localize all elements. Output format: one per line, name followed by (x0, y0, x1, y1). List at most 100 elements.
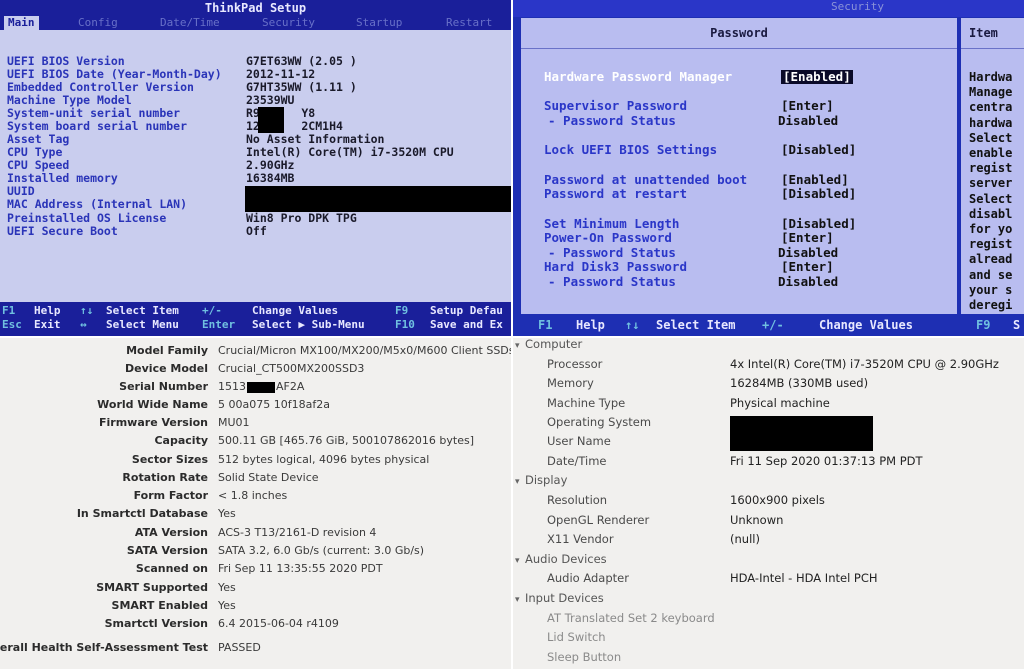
category-computer[interactable]: ▾ Computer (513, 338, 1024, 353)
smart-value: Yes (218, 507, 236, 520)
info-label: Machine Type (547, 396, 626, 410)
updown-key: ↑↓ (80, 304, 94, 317)
bios-row-value: 16384MB (246, 171, 295, 185)
smart-label: Scanned on (135, 562, 208, 575)
smart-value: Yes (218, 581, 236, 594)
smart-row: Scanned on Fri Sep 11 13:35:55 2020 PDT (0, 561, 511, 577)
select-item-hint: Select Item (106, 304, 179, 317)
smart-row: Firmware Version MU01 (0, 415, 511, 431)
smart-row: Device Model Crucial_CT500MX200SSD3 (0, 361, 511, 377)
tab-restart[interactable]: Restart (446, 16, 492, 30)
smart-label: SMART Enabled (111, 599, 208, 612)
smart-info-panel: Model Family Crucial/Micron MX100/MX200/M… (0, 338, 511, 669)
info-row: Audio Adapter HDA-Intel - HDA Intel PCH (513, 570, 1024, 587)
tab-date-time[interactable]: Date/Time (160, 16, 220, 30)
setting-value[interactable]: [Enabled] (781, 70, 853, 84)
smart-value: MU01 (218, 416, 250, 429)
smart-value: PASSED (218, 641, 261, 654)
smart-value: Yes (218, 599, 236, 612)
info-label: Resolution (547, 493, 608, 507)
smart-row: Rotation Rate Solid State Device (0, 470, 511, 486)
category-audio[interactable]: ▾ Audio Devices (513, 551, 1024, 568)
smart-row: SMART Supported Yes (0, 580, 511, 596)
bios-main-panel: ThinkPad Setup Main Config Date/Time Sec… (0, 0, 511, 336)
smart-label: ATA Version (134, 526, 208, 539)
info-value: HDA-Intel - HDA Intel PCH (730, 571, 878, 585)
setting-value: Disabled (778, 245, 839, 260)
bios-password-panel: Security Password Hardware Password Mana… (513, 0, 1024, 336)
smart-label: Capacity (154, 434, 208, 447)
smart-row: In Smartctl Database Yes (0, 506, 511, 522)
smart-row: World Wide Name 5 00a075 10f18af2a (0, 397, 511, 413)
expand-arrow-icon[interactable]: ▾ (515, 553, 525, 570)
select-menu-hint: Select Menu (106, 318, 179, 331)
info-row: AT Translated Set 2 keyboard (513, 610, 1024, 627)
setting-label: - Password Status (548, 113, 676, 128)
smart-label: Smartctl Version (104, 617, 208, 630)
tab-startup[interactable]: Startup (356, 16, 402, 30)
redaction-box (247, 381, 275, 393)
info-value: 4x Intel(R) Core(TM) i7-3520M CPU @ 2.90… (730, 357, 999, 371)
setting-value: Disabled (778, 274, 839, 289)
smart-label: Serial Number (119, 380, 208, 393)
setting-value[interactable]: [Disabled] (781, 217, 856, 231)
smart-row: Model Family Crucial/Micron MX100/MX200/M… (0, 343, 511, 359)
item-help-header: Item (961, 18, 1024, 49)
setting-value[interactable]: [Enter] (781, 99, 834, 113)
expand-arrow-icon[interactable]: ▾ (515, 474, 525, 491)
info-label: User Name (547, 434, 611, 448)
smart-row: Form Factor < 1.8 inches (0, 488, 511, 504)
smart-value: SATA 3.2, 6.0 Gb/s (current: 3.0 Gb/s) (218, 544, 425, 557)
enter-key: Enter (202, 318, 236, 331)
select-item-hint: Select Item (656, 318, 736, 332)
tab-config[interactable]: Config (78, 16, 118, 30)
info-row: Sleep Button (513, 649, 1024, 666)
info-label: Processor (547, 357, 603, 371)
info-label: Memory (547, 376, 594, 390)
setting-label: Power-On Password (544, 230, 672, 245)
info-row: Date/Time Fri 11 Sep 2020 01:37:13 PM PDT (513, 453, 1024, 470)
category-display[interactable]: ▾ Display (513, 472, 1024, 489)
info-value: Physical machine (730, 396, 830, 410)
setting-value[interactable]: [Enabled] (781, 173, 849, 187)
f1-key: F1 (2, 304, 16, 317)
tab-security[interactable]: Security (262, 16, 315, 30)
expand-arrow-icon[interactable]: ▾ (515, 338, 525, 355)
setting-value[interactable]: [Enter] (781, 231, 834, 245)
system-info-panel: ▾ Computer Processor 4x Intel(R) Core(TM) … (513, 338, 1024, 669)
smart-value: 6.4 2015-06-04 r4109 (218, 617, 339, 630)
category-input[interactable]: ▾ Input Devices (513, 590, 1024, 607)
security-tab-strip: Security (513, 0, 1024, 17)
smart-value: ACS-3 T13/2161-D revision 4 (218, 526, 377, 539)
setting-label: Lock UEFI BIOS Settings (544, 142, 718, 157)
smart-row: Capacity 500.11 GB [465.76 GiB, 500107862… (0, 433, 511, 449)
setting-value[interactable]: [Disabled] (781, 143, 856, 157)
info-row: Machine Type Physical machine (513, 395, 1024, 412)
smart-row: SATA Version SATA 3.2, 6.0 Gb/s (current:… (0, 543, 511, 559)
smart-label: Firmware Version (99, 416, 208, 429)
info-value: Fri 11 Sep 2020 01:37:13 PM PDT (730, 454, 923, 468)
smart-value: Crucial_CT500MX200SSD3 (218, 362, 365, 375)
setting-value[interactable]: [Disabled] (781, 187, 856, 201)
smart-label: Sector Sizes (131, 453, 208, 466)
expand-arrow-icon[interactable]: ▾ (515, 592, 525, 609)
smart-label: Device Model (125, 362, 208, 375)
tab-main[interactable]: Main (4, 16, 39, 30)
info-label: Date/Time (547, 454, 607, 468)
category-label: Audio Devices (525, 552, 607, 566)
info-row: OpenGL Renderer Unknown (513, 512, 1024, 529)
info-value: 16284MB (330MB used) (730, 376, 869, 390)
setting-value[interactable]: [Enter] (781, 260, 834, 274)
smart-label: World Wide Name (97, 398, 208, 411)
info-value: (null) (730, 532, 760, 546)
smart-label: SATA Version (126, 544, 208, 557)
smart-value: Fri Sep 11 13:35:55 2020 PDT (218, 562, 383, 575)
serial-suffix: AF2A (276, 380, 305, 393)
setting-label: Password at restart (544, 186, 687, 201)
tab-security[interactable]: Security (831, 0, 884, 13)
exit-hint: Exit (34, 318, 61, 331)
change-values-hint: Change Values (819, 318, 913, 332)
setting-label: Supervisor Password (544, 98, 687, 113)
setup-defaults-hint: Setup Defau (430, 304, 503, 317)
bios-row-value: Off (246, 224, 267, 238)
